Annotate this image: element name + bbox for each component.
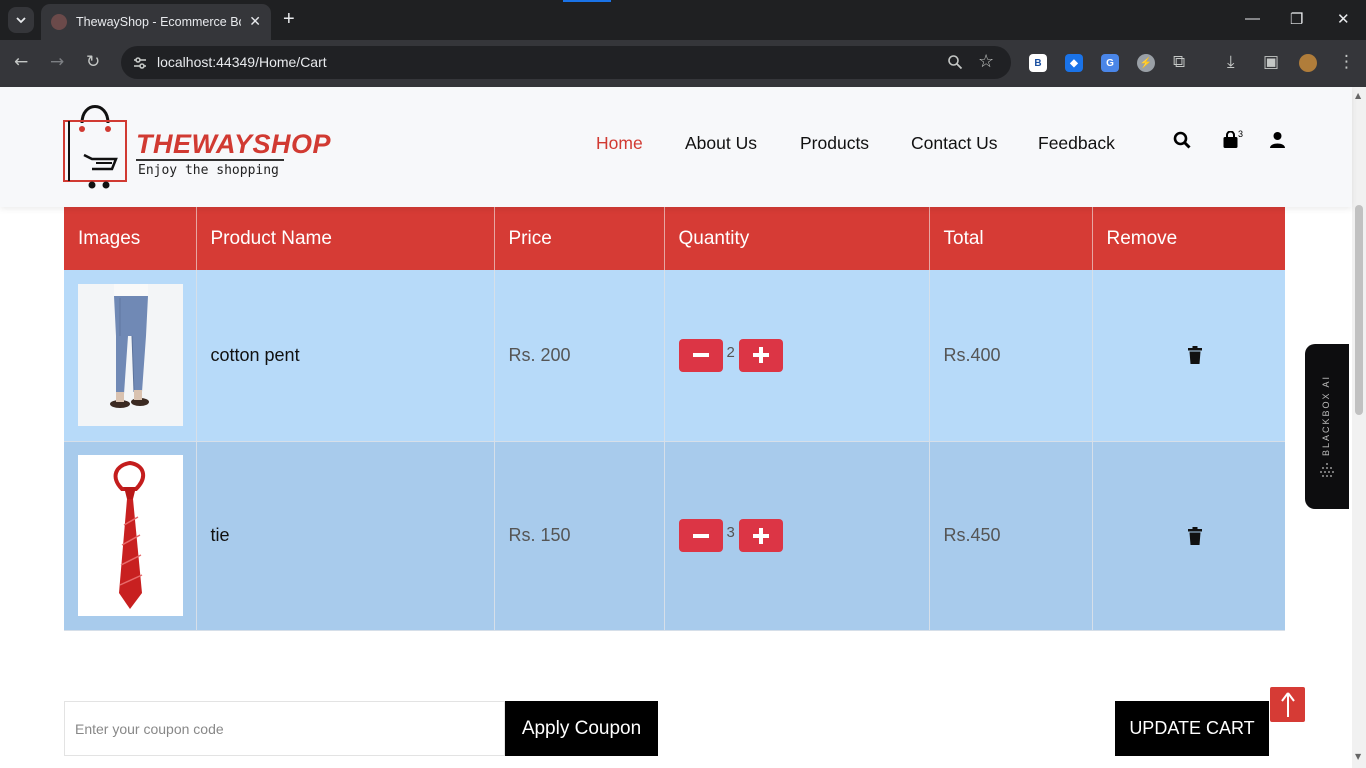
extension-bolt-icon[interactable]: ⚡ — [1137, 54, 1155, 72]
site-logo[interactable]: THEWAYSHOP Enjoy the shopping — [62, 99, 331, 191]
scroll-up-icon[interactable]: ▲ — [1355, 91, 1361, 100]
col-remove: Remove — [1092, 207, 1285, 270]
trash-icon[interactable] — [1187, 346, 1202, 365]
back-to-top-button[interactable] — [1270, 687, 1305, 722]
browser-tab[interactable]: ThewayShop - Ecommerce Book ✕ — [41, 4, 271, 40]
dots-logo-icon — [1320, 463, 1334, 477]
table-row: cotton pent Rs. 200 2 Rs.400 — [64, 270, 1285, 442]
scroll-thumb[interactable] — [1355, 205, 1363, 415]
arrow-up-icon — [1280, 691, 1295, 717]
product-total: Rs.400 — [929, 270, 1093, 442]
col-product-name: Product Name — [196, 207, 495, 270]
decrease-quantity-button[interactable] — [678, 338, 723, 372]
browser-tab-bar: ThewayShop - Ecommerce Book ✕ + — ❐ ✕ — [0, 0, 1366, 40]
update-cart-button[interactable]: UPDATE CART — [1115, 701, 1269, 756]
product-price: Rs. 200 — [494, 270, 665, 442]
cart-header-row: Images Product Name Price Quantity Total… — [64, 207, 1285, 270]
cart-table: Images Product Name Price Quantity Total… — [64, 207, 1285, 631]
extensions-puzzle-icon[interactable]: ⧉ — [1173, 52, 1185, 72]
quantity-cell: 2 — [664, 270, 930, 442]
coupon-input[interactable] — [64, 701, 505, 756]
reload-icon[interactable]: ↻ — [86, 52, 100, 72]
product-name[interactable]: cotton pent — [196, 270, 495, 442]
tab-search-button[interactable] — [8, 7, 34, 33]
trash-icon[interactable] — [1187, 526, 1202, 545]
remove-cell — [1092, 270, 1285, 442]
col-price: Price — [494, 207, 665, 270]
product-total: Rs.450 — [929, 441, 1093, 631]
quantity-stepper: 3 — [678, 519, 929, 552]
restore-icon[interactable]: ❐ — [1290, 10, 1303, 28]
quantity-value: 2 — [726, 343, 735, 361]
product-name[interactable]: tie — [196, 441, 495, 631]
brand-name: THEWAYSHOP — [136, 129, 332, 159]
minus-icon — [692, 533, 709, 538]
shopping-bag-icon[interactable] — [1222, 131, 1239, 149]
nav-about-us[interactable]: About Us — [685, 133, 757, 154]
search-icon[interactable] — [1173, 131, 1191, 149]
site-favicon-icon — [51, 14, 67, 30]
blackbox-ai-label: BLACKBOX AI — [1321, 374, 1331, 456]
close-window-icon[interactable]: ✕ — [1337, 10, 1350, 28]
translate-icon[interactable]: G — [1101, 54, 1119, 72]
chevron-down-icon — [16, 17, 26, 24]
increase-quantity-button[interactable] — [738, 519, 783, 552]
browser-toolbar: ← → ↻ localhost:44349/Home/Cart ☆ B ◆ G … — [0, 40, 1366, 87]
minus-icon — [692, 353, 709, 358]
decrease-quantity-button[interactable] — [678, 519, 723, 552]
profile-avatar[interactable] — [1299, 54, 1317, 72]
site-header: THEWAYSHOP Enjoy the shopping Home About… — [0, 87, 1352, 207]
page-scrollbar[interactable]: ▲ ▼ — [1352, 87, 1366, 768]
quantity-value: 3 — [726, 524, 735, 541]
quantity-cell: 3 — [664, 441, 930, 631]
new-tab-button[interactable]: + — [283, 9, 295, 29]
browser-menu-icon[interactable]: ⋮ — [1338, 52, 1355, 72]
address-bar[interactable]: localhost:44349/Home/Cart ☆ — [121, 46, 1011, 79]
product-image-cell — [64, 441, 197, 631]
window-accent — [563, 0, 611, 2]
nav-home[interactable]: Home — [596, 133, 643, 154]
product-image-pants[interactable] — [78, 284, 183, 427]
increase-quantity-button[interactable] — [738, 338, 783, 372]
brand-underline — [136, 159, 284, 161]
minimize-icon[interactable]: — — [1245, 10, 1260, 27]
col-images: Images — [64, 207, 197, 270]
brand-tagline: Enjoy the shopping — [138, 163, 279, 178]
site-settings-icon[interactable] — [132, 55, 148, 71]
tab-title: ThewayShop - Ecommerce Book — [76, 15, 242, 29]
user-icon[interactable] — [1269, 131, 1286, 149]
product-image-cell — [64, 270, 197, 442]
plus-icon — [752, 527, 769, 544]
shopping-bag-logo-icon — [63, 105, 127, 189]
extension-b-icon[interactable]: B — [1029, 54, 1047, 72]
back-icon[interactable]: ← — [14, 52, 28, 72]
nav-contact-us[interactable]: Contact Us — [911, 133, 998, 154]
product-price: Rs. 150 — [494, 441, 665, 631]
plus-icon — [752, 347, 769, 364]
nav-feedback[interactable]: Feedback — [1038, 133, 1115, 154]
cart-count-badge: 3 — [1238, 129, 1244, 139]
bookmark-star-icon[interactable]: ☆ — [978, 51, 994, 72]
apply-coupon-button[interactable]: Apply Coupon — [505, 701, 658, 756]
nav-products[interactable]: Products — [800, 133, 869, 154]
quantity-stepper: 2 — [678, 338, 929, 372]
close-tab-icon[interactable]: ✕ — [249, 14, 261, 30]
zoom-icon[interactable] — [947, 54, 963, 70]
scroll-down-icon[interactable]: ▼ — [1355, 752, 1361, 761]
product-image-tie[interactable] — [78, 455, 183, 616]
side-panel-icon[interactable]: ▣ — [1263, 52, 1279, 72]
download-icon[interactable]: ⤓ — [1227, 52, 1235, 72]
table-row: tie Rs. 150 3 Rs.450 — [64, 441, 1285, 631]
url-text: localhost:44349/Home/Cart — [157, 54, 327, 70]
col-quantity: Quantity — [664, 207, 930, 270]
col-total: Total — [929, 207, 1093, 270]
forward-icon[interactable]: → — [50, 52, 64, 72]
remove-cell — [1092, 441, 1285, 631]
extension-shield-icon[interactable]: ◆ — [1065, 54, 1083, 72]
blackbox-ai-widget[interactable]: BLACKBOX AI — [1305, 344, 1349, 509]
